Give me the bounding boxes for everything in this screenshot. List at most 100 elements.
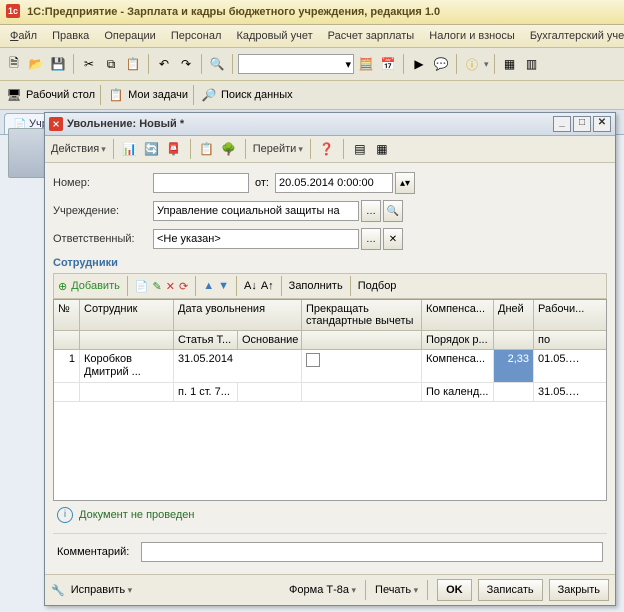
add-row-icon[interactable]: ⊕ (58, 280, 67, 293)
layout1-icon[interactable]: ▤ (351, 140, 369, 158)
paste-icon[interactable]: 📋 (123, 54, 143, 74)
dialog-icon: ⨯ (49, 117, 63, 131)
menu-accounting[interactable]: Бухгалтерский учет (530, 30, 624, 42)
fill-menu[interactable]: Заполнить (289, 280, 343, 292)
col-employee[interactable]: Сотрудник (80, 300, 174, 330)
form-menu[interactable]: Форма Т-8а (289, 584, 356, 596)
desktop-link[interactable]: Рабочий стол (26, 89, 95, 101)
open-icon[interactable]: 📂 (26, 54, 46, 74)
undo-icon[interactable]: ↶ (154, 54, 174, 74)
toolbar-combo[interactable]: ▾ (238, 54, 354, 74)
fix-menu[interactable]: Исправить (71, 584, 132, 596)
table-row[interactable]: п. 1 ст. 7... По календ... 31.05.2... (54, 383, 606, 402)
responsible-input[interactable] (153, 229, 359, 249)
calendar-icon[interactable]: 📅 (378, 54, 398, 74)
goto-menu[interactable]: Перейти (253, 143, 303, 155)
sort-desc-icon[interactable]: A↑ (261, 280, 274, 292)
col-compensation[interactable]: Компенса... (422, 300, 494, 330)
menu-taxes[interactable]: Налоги и взносы (429, 30, 515, 42)
desktop-icon[interactable]: 🖥 (4, 85, 24, 105)
col-work[interactable]: Рабочи... (534, 300, 584, 330)
employees-grid[interactable]: № Сотрудник Дата увольнения Прекращать с… (53, 299, 607, 501)
close-dialog-button[interactable]: Закрыть (549, 579, 609, 601)
find-icon[interactable]: 🔍 (207, 54, 227, 74)
date-spinner[interactable]: ▴▾ (395, 172, 415, 194)
menu-operations[interactable]: Операции (104, 30, 155, 42)
tree-icon[interactable]: 🌳 (220, 140, 238, 158)
window-icon[interactable]: ▦ (500, 54, 520, 74)
tasks-link[interactable]: Мои задачи (128, 89, 188, 101)
refresh-row-icon[interactable]: ⟳ (179, 280, 188, 293)
print-menu[interactable]: Печать (375, 584, 418, 596)
col-dismissal-date[interactable]: Дата увольнения (174, 300, 302, 330)
run-icon[interactable]: ▶ (409, 54, 429, 74)
search-data-icon[interactable]: 🔎 (199, 85, 219, 105)
dialog-footer: 🔧 Исправить Форма Т-8а Печать OK Записат… (45, 574, 615, 605)
stop-checkbox[interactable] (306, 353, 320, 367)
repost-icon[interactable]: 🔄 (143, 140, 161, 158)
menu-salary[interactable]: Расчет зарплаты (328, 30, 415, 42)
main-menu: Файл Правка Операции Персонал Кадровый у… (0, 25, 624, 48)
ok-button[interactable]: OK (437, 579, 472, 601)
copy-row-icon[interactable]: 📄 (135, 280, 149, 293)
redo-icon[interactable]: ↷ (176, 54, 196, 74)
menu-file[interactable]: Файл (10, 30, 37, 42)
col-po[interactable]: по (534, 331, 584, 349)
table-row[interactable]: 1 Коробков Дмитрий ... 31.05.2014 Компен… (54, 350, 606, 383)
maximize-button[interactable]: □ (573, 116, 591, 132)
org-open-button[interactable]: 🔍 (383, 200, 403, 222)
org-select-button[interactable]: … (361, 200, 381, 222)
comment-input[interactable] (141, 542, 603, 562)
date-input[interactable] (275, 173, 393, 193)
help2-icon[interactable]: ❓ (318, 140, 336, 158)
search-data-link[interactable]: Поиск данных (221, 89, 293, 101)
wrench-icon: 🔧 (51, 584, 65, 597)
org-input[interactable] (153, 201, 359, 221)
tasks-icon[interactable]: 📋 (106, 85, 126, 105)
app-titlebar: 1c 1С:Предприятие - Зарплата и кадры бюд… (0, 0, 624, 25)
cut-icon[interactable]: ✂ (79, 54, 99, 74)
add-row-button[interactable]: Добавить (71, 280, 120, 292)
cell-employee: Коробков Дмитрий ... (80, 350, 174, 382)
move-down-icon[interactable]: ▼ (218, 280, 229, 292)
unpost-icon[interactable]: 📮 (165, 140, 183, 158)
col-stop-deductions[interactable]: Прекращать стандартные вычеты (302, 300, 422, 330)
delete-row-icon[interactable]: ✕ (166, 280, 175, 293)
minimize-button[interactable]: _ (553, 116, 571, 132)
cell-n: 1 (54, 350, 80, 382)
list-icon[interactable]: 📋 (198, 140, 216, 158)
edit-row-icon[interactable]: ✎ (153, 280, 162, 293)
menu-edit[interactable]: Правка (52, 30, 89, 42)
cell-stop[interactable] (302, 350, 422, 382)
responsible-clear-button[interactable]: ✕ (383, 228, 403, 250)
sort-asc-icon[interactable]: A↓ (244, 280, 257, 292)
calc-icon[interactable]: 🧮 (356, 54, 376, 74)
col-article[interactable]: Статья Т... (174, 331, 238, 349)
save-icon[interactable]: 💾 (48, 54, 68, 74)
close-button[interactable]: ✕ (593, 116, 611, 132)
copy-icon[interactable]: ⧉ (101, 54, 121, 74)
col-days[interactable]: Дней (494, 300, 534, 330)
panel-icon[interactable]: ▥ (522, 54, 542, 74)
status-text: Документ не проведен (79, 509, 195, 521)
selection-button[interactable]: Подбор (358, 280, 397, 292)
col-order[interactable]: Порядок р... (422, 331, 494, 349)
help-icon[interactable]: ⓘ (462, 54, 482, 74)
cell-ddate: 31.05.2014 (174, 350, 302, 382)
menu-hr[interactable]: Кадровый учет (236, 30, 312, 42)
layout2-icon[interactable]: ▦ (373, 140, 391, 158)
col-reason[interactable]: Основание (238, 331, 302, 349)
save-button[interactable]: Записать (478, 579, 543, 601)
new-doc-icon[interactable]: 🗎 (4, 54, 24, 74)
move-up-icon[interactable]: ▲ (203, 280, 214, 292)
menu-personnel[interactable]: Персонал (171, 30, 222, 42)
post-icon[interactable]: 📊 (121, 140, 139, 158)
responsible-select-button[interactable]: … (361, 228, 381, 250)
actions-menu[interactable]: Действия (51, 143, 106, 155)
responsible-label: Ответственный: (53, 233, 153, 245)
msg-icon[interactable]: 💬 (431, 54, 451, 74)
col-n[interactable]: № (54, 300, 80, 330)
cell-days[interactable]: 2,33 (494, 350, 534, 382)
app-title-text: 1С:Предприятие - Зарплата и кадры бюджет… (27, 6, 440, 18)
number-input[interactable] (153, 173, 249, 193)
